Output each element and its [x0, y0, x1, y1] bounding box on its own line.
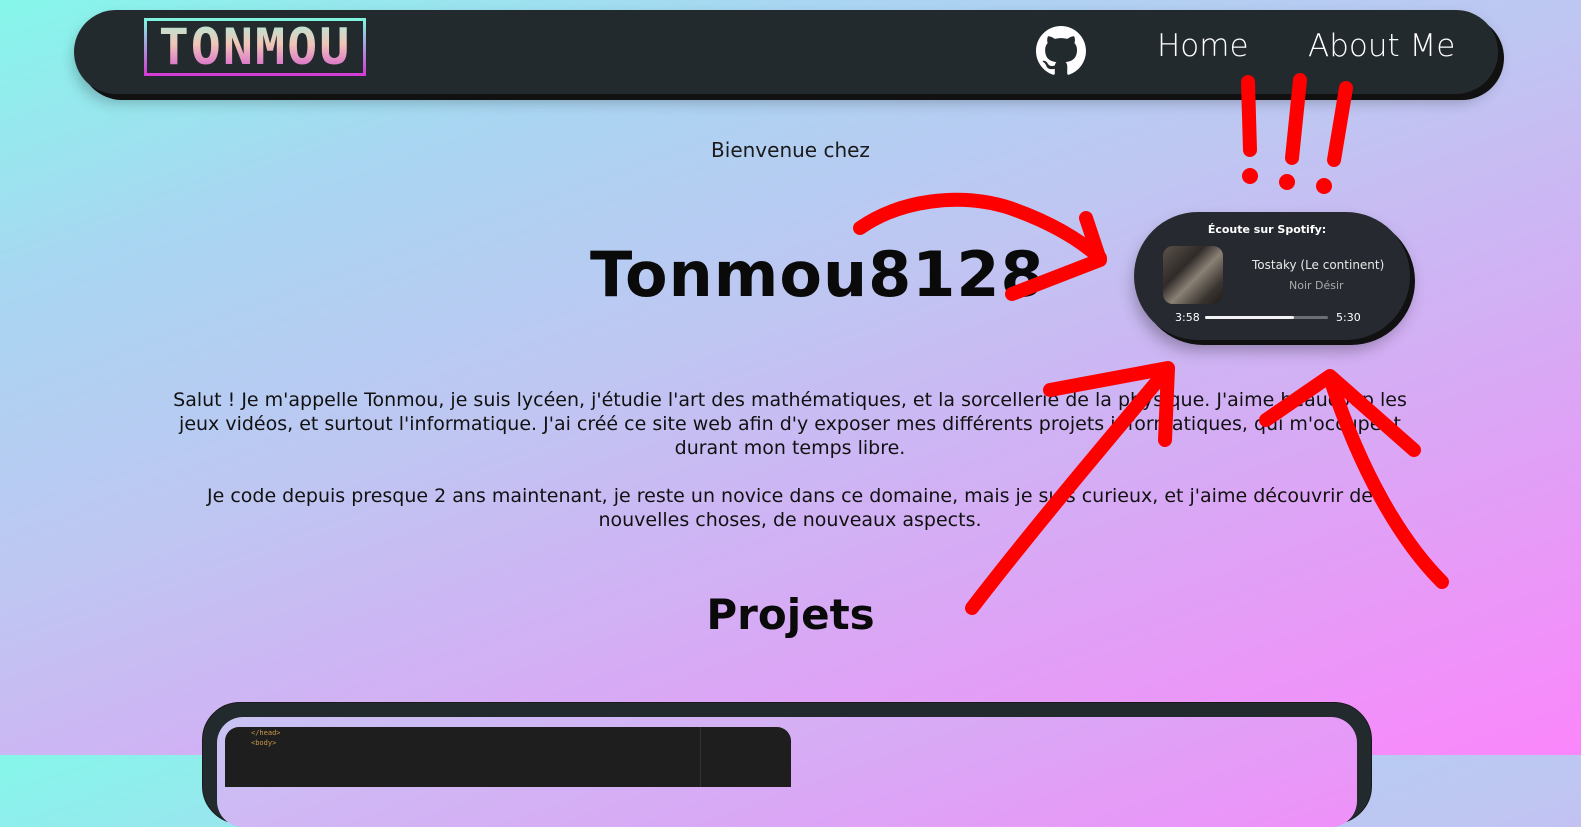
album-cover [1163, 246, 1223, 304]
logo-text: TONMOU [158, 18, 352, 76]
nav-home-link[interactable]: Home [1157, 28, 1249, 64]
spotify-widget[interactable]: Écoute sur Spotify: Tostaky (Le continen… [1134, 212, 1410, 340]
bio-paragraph-2: Je code depuis presque 2 ans maintenant,… [206, 485, 1373, 531]
welcome-text: Bienvenue chez [711, 138, 870, 162]
github-icon[interactable] [1036, 26, 1086, 76]
code-line: <body> [251, 739, 277, 747]
project-card-inner: </head> <body> [217, 717, 1357, 827]
project-card[interactable]: </head> <body> [202, 702, 1372, 827]
site-logo[interactable]: TONMOU [144, 18, 366, 76]
track-name: Tostaky (Le continent) [1252, 258, 1385, 272]
elapsed-time: 3:58 [1175, 311, 1200, 324]
spotify-title: Écoute sur Spotify: [1207, 223, 1327, 236]
nav-about-me-link[interactable]: About Me [1308, 28, 1455, 64]
red-annotation [853, 73, 1449, 615]
page-title: Tonmou8128 [590, 238, 1045, 311]
code-divider [700, 727, 701, 787]
code-line: </head> [251, 729, 281, 737]
artist-name: Noir Désir [1289, 279, 1344, 292]
progress-bar [1205, 316, 1328, 319]
total-duration: 5:30 [1336, 311, 1361, 324]
navbar: TONMOU Home About Me [74, 10, 1498, 94]
bio-paragraph-1: Salut ! Je m'appelle Tonmou, je suis lyc… [173, 389, 1407, 459]
project-screenshot: </head> <body> [225, 727, 791, 787]
progress-fill [1205, 316, 1294, 319]
projects-heading: Projets [706, 590, 875, 639]
